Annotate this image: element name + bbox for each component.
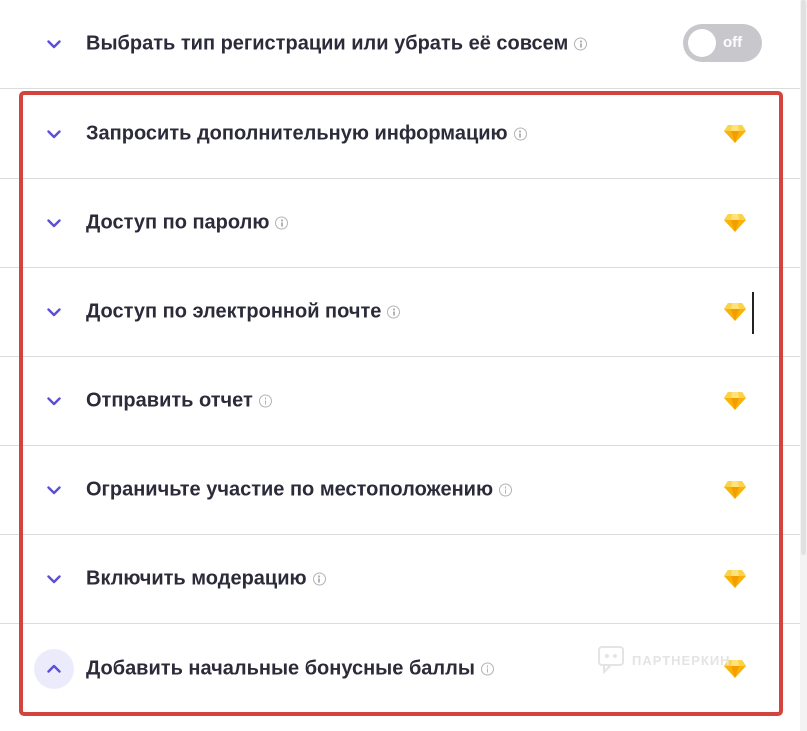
- gem-icon: [724, 214, 746, 232]
- gem-icon: [724, 303, 746, 321]
- chevron-down-icon[interactable]: [44, 480, 64, 500]
- registration-toggle[interactable]: off: [683, 24, 762, 62]
- info-icon[interactable]: [387, 305, 401, 319]
- watermark-text: ПАРТНЕРКИН: [632, 652, 731, 668]
- gem-icon: [724, 392, 746, 410]
- row-label: Отправить отчет: [86, 389, 253, 412]
- row-label: Выбрать тип регистрации или убрать её со…: [86, 32, 569, 55]
- info-icon[interactable]: [480, 662, 494, 676]
- chevron-up-icon[interactable]: [34, 648, 74, 689]
- settings-page: Выбрать тип регистрации или убрать её со…: [0, 0, 807, 731]
- settings-row-email-access[interactable]: Доступ по электронной почте: [0, 268, 800, 357]
- row-label: Включить модерацию: [86, 567, 307, 590]
- watermark: ПАРТНЕРКИН: [598, 646, 731, 674]
- toggle-state-label: off: [723, 34, 743, 51]
- chevron-down-icon[interactable]: [44, 302, 64, 322]
- info-icon[interactable]: [258, 394, 272, 408]
- row-label: Запросить дополнительную информацию: [86, 122, 508, 145]
- scrollbar[interactable]: [800, 0, 807, 731]
- chevron-down-icon[interactable]: [44, 124, 64, 144]
- info-icon[interactable]: [275, 216, 289, 230]
- settings-row-moderation[interactable]: Включить модерацию: [0, 535, 800, 624]
- chevron-down-icon[interactable]: [44, 213, 64, 233]
- chevron-down-icon[interactable]: [44, 569, 64, 589]
- settings-row-additional-info[interactable]: Запросить дополнительную информацию: [0, 90, 800, 179]
- row-label: Доступ по электронной почте: [86, 300, 382, 323]
- settings-row-registration-type[interactable]: Выбрать тип регистрации или убрать её со…: [0, 0, 800, 89]
- gem-icon: [724, 481, 746, 499]
- chevron-down-icon[interactable]: [44, 34, 64, 54]
- gem-icon: [724, 125, 746, 143]
- gem-icon: [724, 570, 746, 588]
- watermark-logo-icon: [598, 646, 624, 674]
- settings-row-password-access[interactable]: Доступ по паролю: [0, 179, 800, 268]
- row-label: Ограничьте участие по местоположению: [86, 478, 494, 501]
- chevron-down-icon[interactable]: [44, 391, 64, 411]
- info-icon[interactable]: [499, 483, 513, 497]
- settings-row-location-limit[interactable]: Ограничьте участие по местоположению: [0, 446, 800, 535]
- toggle-knob: [688, 29, 716, 57]
- info-icon[interactable]: [574, 37, 588, 51]
- info-icon[interactable]: [513, 127, 527, 141]
- row-label: Добавить начальные бонусные баллы: [86, 657, 475, 680]
- scrollbar-thumb[interactable]: [801, 0, 806, 555]
- row-label: Доступ по паролю: [86, 211, 270, 234]
- info-icon[interactable]: [312, 572, 326, 586]
- settings-row-send-report[interactable]: Отправить отчет: [0, 357, 800, 446]
- text-cursor: [752, 292, 754, 334]
